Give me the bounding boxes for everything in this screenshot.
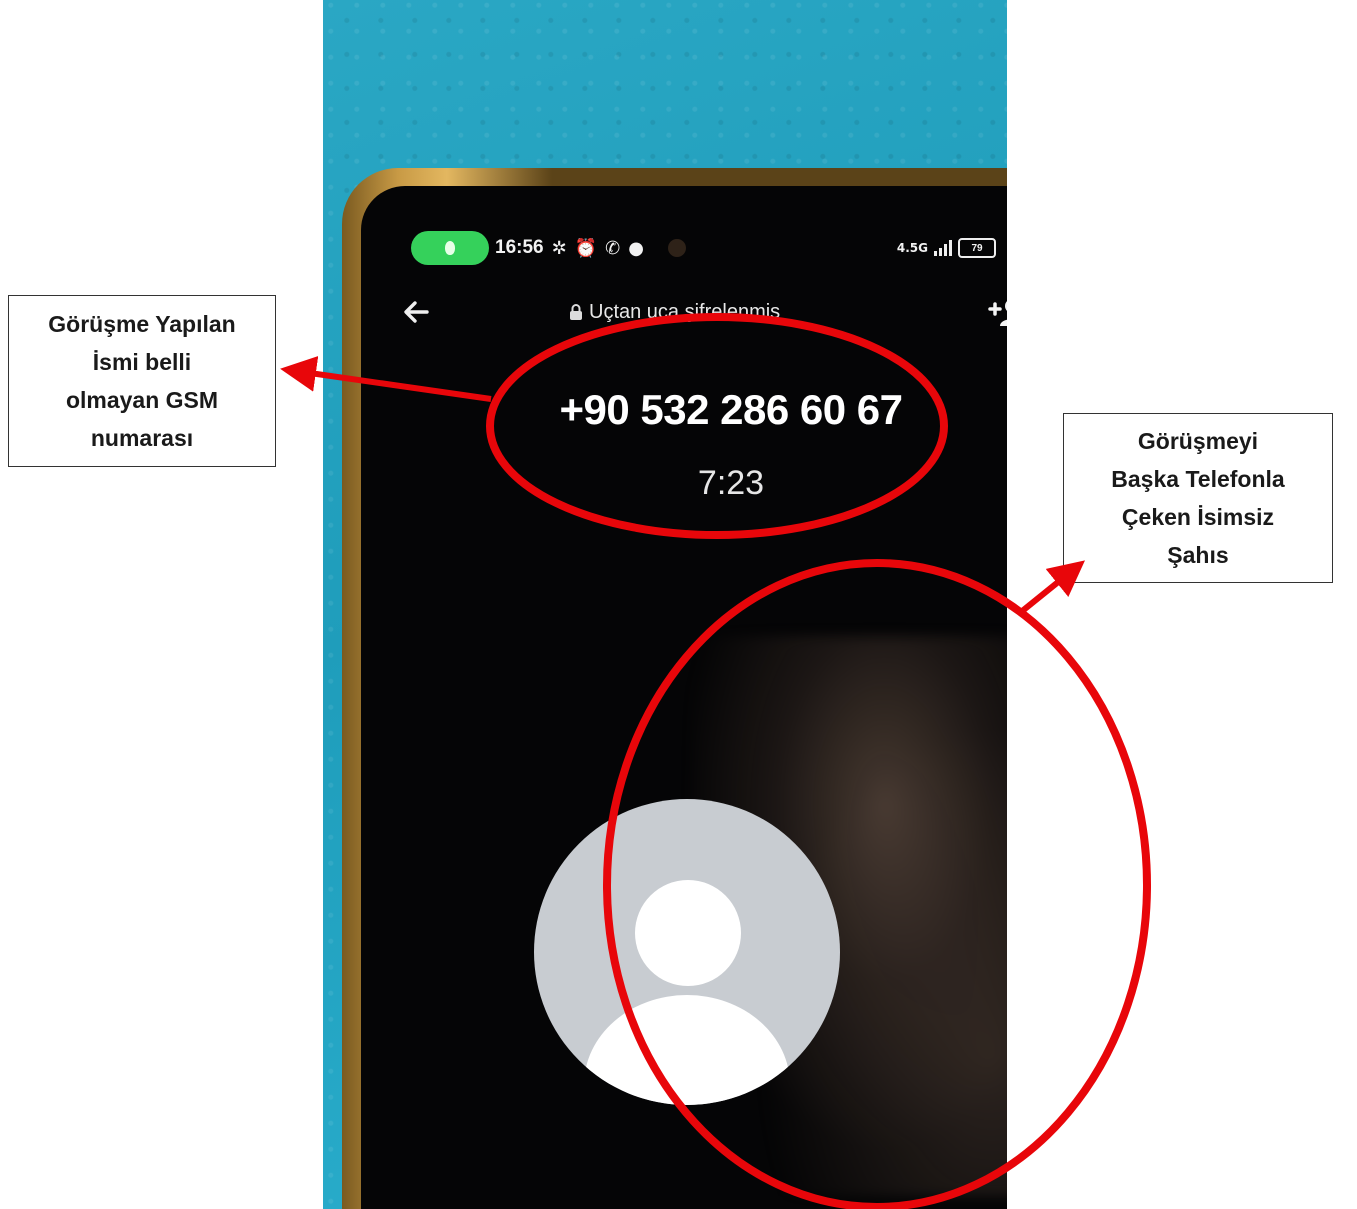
add-participant-icon[interactable] [988, 297, 1007, 327]
status-bar: 16:56 ✲ ⏰ ✆ ● 4.5G 79 [411, 228, 996, 268]
photo: 16:56 ✲ ⏰ ✆ ● 4.5G 79 Uçtan uca şifrelen… [323, 0, 1007, 1209]
chat-icon: ● [628, 237, 644, 259]
callout-line: İsmi belli [92, 349, 192, 375]
mic-icon [445, 241, 455, 255]
phone-icon: ✆ [605, 237, 621, 259]
status-time: 16:56 [495, 237, 544, 258]
encryption-label: Uçtan uca şifrelenmiş [589, 300, 781, 323]
recorder-callout: Görüşmeyi Başka Telefonla Çeken İsimsiz … [1063, 413, 1333, 583]
callout-line: Çeken İsimsiz [1121, 504, 1275, 530]
callout-line: Görüşme Yapılan [48, 311, 236, 337]
callout-line: Şahıs [1167, 542, 1229, 568]
signal-icon [934, 240, 952, 256]
caller-number-callout: Görüşme Yapılan İsmi belli olmayan GSM n… [8, 295, 276, 467]
back-arrow-icon[interactable] [401, 297, 431, 327]
call-status-pill[interactable] [411, 231, 489, 265]
callout-line: olmayan GSM [65, 387, 219, 413]
call-header: Uçtan uca şifrelenmiş [401, 292, 1007, 332]
callout-line: Görüşmeyi [1137, 428, 1259, 454]
callout-line: Başka Telefonla [1111, 466, 1285, 492]
call-screen: 16:56 ✲ ⏰ ✆ ● 4.5G 79 Uçtan uca şifrelen… [361, 186, 1007, 1209]
callout-line: numarası [90, 425, 194, 451]
mute-icon: ✲ [551, 237, 567, 259]
contact-avatar [534, 799, 840, 1105]
battery-icon: 79 [958, 238, 996, 258]
caller-phone-number: +90 532 286 60 67 [559, 386, 903, 433]
alarm-icon: ⏰ [574, 237, 598, 259]
call-duration: 7:23 [697, 464, 765, 502]
network-type: 4.5G [896, 241, 928, 255]
front-camera [667, 239, 686, 257]
lock-icon [570, 304, 582, 320]
